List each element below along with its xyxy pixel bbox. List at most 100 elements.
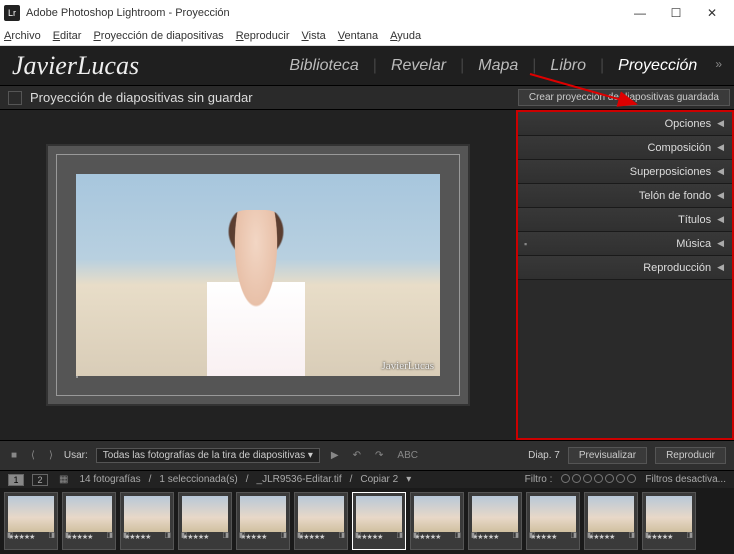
panel-titulos[interactable]: Títulos◀ — [518, 208, 732, 232]
current-filename: _JLR9536-Editar.tif — [257, 474, 342, 485]
filmstrip-thumb[interactable]: ◧◨★★★★★ — [62, 492, 116, 550]
panel-telon[interactable]: Telón de fondo◀ — [518, 184, 732, 208]
module-mapa[interactable]: Mapa — [478, 57, 518, 75]
menu-proyeccion[interactable]: Proyección de diapositivas — [93, 30, 223, 42]
panel-opciones[interactable]: Opciones◀ — [518, 112, 732, 136]
filmstrip-thumb[interactable]: ◧◨★★★★★ — [352, 492, 406, 550]
thumb-badges: ◧◨ — [123, 531, 171, 539]
menu-reproducir[interactable]: Reproducir — [236, 30, 290, 42]
thumb-badges: ◧◨ — [529, 531, 577, 539]
panel-superposiciones[interactable]: Superposiciones◀ — [518, 160, 732, 184]
thumb-image — [298, 496, 344, 532]
filmstrip-thumb[interactable]: ◧◨★★★★★ — [4, 492, 58, 550]
thumb-image — [414, 496, 460, 532]
module-proyeccion[interactable]: Proyección — [618, 57, 697, 75]
menu-editar[interactable]: Editar — [53, 30, 82, 42]
play-slideshow-button[interactable]: Reproducir — [655, 447, 726, 464]
preview-button[interactable]: Previsualizar — [568, 447, 647, 464]
thumb-badges: ◧◨ — [355, 531, 403, 539]
collapse-icon: ◀ — [717, 214, 724, 225]
thumb-image — [646, 496, 692, 532]
slideshow-toolbar: ■ ⟨ ⟩ Usar: Todas las fotografías de la … — [0, 440, 734, 470]
filmstrip-thumb[interactable]: ◧◨★★★★★ — [410, 492, 464, 550]
slide-counter: Diap. 7 — [528, 450, 560, 461]
module-biblioteca[interactable]: Biblioteca — [289, 57, 358, 75]
collapse-icon: ◀ — [717, 142, 724, 153]
close-button[interactable]: ✕ — [694, 1, 730, 25]
thumb-badges: ◧◨ — [65, 531, 113, 539]
rotate-cw-button[interactable]: ↷ — [372, 450, 386, 461]
rotate-ccw-button[interactable]: ↶ — [350, 450, 364, 461]
filmstrip-thumb[interactable]: ◧◨★★★★★ — [294, 492, 348, 550]
thumb-image — [472, 496, 518, 532]
thumb-image — [8, 496, 54, 532]
filmstrip-thumb[interactable]: ◧◨★★★★★ — [526, 492, 580, 550]
filter-label: Filtro : — [525, 474, 553, 485]
thumb-image — [356, 496, 402, 532]
panel-reproduccion[interactable]: Reproducción◀ — [518, 256, 732, 280]
panel-composicion[interactable]: Composición◀ — [518, 136, 732, 160]
thumb-image — [182, 496, 228, 532]
slide-frame[interactable]: JavierLucas — [48, 146, 468, 404]
minimize-button[interactable]: — — [622, 1, 658, 25]
filmstrip[interactable]: ◧◨★★★★★◧◨★★★★★◧◨★★★★★◧◨★★★★★◧◨★★★★★◧◨★★★… — [0, 488, 734, 554]
chevron-down-icon: ▾ — [308, 450, 313, 461]
virtual-copy-label: Copiar 2 — [360, 474, 398, 485]
color-label-filters[interactable] — [560, 474, 637, 486]
text-overlay-button[interactable]: ABC — [394, 450, 421, 461]
menu-vista[interactable]: Vista — [302, 30, 326, 42]
slide-canvas: JavierLucas — [0, 110, 516, 440]
slide-photo: JavierLucas — [76, 174, 440, 376]
filmstrip-thumb[interactable]: ◧◨★★★★★ — [120, 492, 174, 550]
menu-ventana[interactable]: Ventana — [338, 30, 378, 42]
maximize-button[interactable]: ☐ — [658, 1, 694, 25]
thumb-badges: ◧◨ — [413, 531, 461, 539]
thumb-badges: ◧◨ — [645, 531, 693, 539]
module-libro[interactable]: Libro — [550, 57, 586, 75]
prev-slide-button[interactable]: ⟨ — [28, 450, 38, 461]
module-expand-icon[interactable]: » — [715, 57, 722, 75]
view-mode-1[interactable]: 1 — [8, 474, 24, 486]
menu-archivo[interactable]: Archivo — [4, 30, 41, 42]
toggle-icon[interactable]: ▪ — [524, 239, 527, 249]
thumb-badges: ◧◨ — [587, 531, 635, 539]
menu-bar: Archivo Editar Proyección de diapositiva… — [0, 26, 734, 46]
grid-toggle-icon[interactable]: ▦ — [56, 474, 71, 485]
next-slide-button[interactable]: ⟩ — [46, 450, 56, 461]
window-title: Adobe Photoshop Lightroom - Proyección — [26, 7, 622, 19]
thumb-image — [124, 496, 170, 532]
view-mode-2[interactable]: 2 — [32, 474, 48, 486]
collapse-icon: ◀ — [717, 166, 724, 177]
play-button[interactable]: ▶ — [328, 450, 342, 461]
thumb-badges: ◧◨ — [181, 531, 229, 539]
filmstrip-thumb[interactable]: ◧◨★★★★★ — [642, 492, 696, 550]
filmstrip-thumb[interactable]: ◧◨★★★★★ — [178, 492, 232, 550]
collapse-icon: ◀ — [717, 118, 724, 129]
use-dropdown[interactable]: Todas las fotografías de la tira de diap… — [96, 448, 320, 463]
filmstrip-filter-bar: 1 2 ▦ 14 fotografías / 1 seleccionada(s)… — [0, 470, 734, 488]
collapse-icon: ◀ — [717, 190, 724, 201]
thumb-image — [66, 496, 112, 532]
module-revelar[interactable]: Revelar — [391, 57, 446, 75]
create-saved-button[interactable]: Crear proyección de diapositivas guardad… — [518, 89, 730, 106]
panel-musica[interactable]: ▪Música◀ — [518, 232, 732, 256]
collapse-icon: ◀ — [717, 238, 724, 249]
photo-count: 14 fotografías — [79, 474, 140, 485]
saved-checkbox[interactable] — [8, 91, 22, 105]
selection-count: 1 seleccionada(s) — [159, 474, 237, 485]
thumb-image — [588, 496, 634, 532]
thumb-badges: ◧◨ — [471, 531, 519, 539]
stop-button[interactable]: ■ — [8, 450, 20, 461]
window-titlebar: Lr Adobe Photoshop Lightroom - Proyecció… — [0, 0, 734, 26]
filmstrip-thumb[interactable]: ◧◨★★★★★ — [468, 492, 522, 550]
app-icon: Lr — [4, 5, 20, 21]
thumb-image — [530, 496, 576, 532]
module-picker-bar: JavierLucas Biblioteca| Revelar| Mapa| L… — [0, 46, 734, 86]
menu-ayuda[interactable]: Ayuda — [390, 30, 421, 42]
identity-plate: JavierLucas — [12, 51, 289, 81]
filters-off-dropdown[interactable]: Filtros desactiva... — [645, 474, 726, 485]
thumb-image — [240, 496, 286, 532]
filmstrip-thumb[interactable]: ◧◨★★★★★ — [236, 492, 290, 550]
chevron-down-icon[interactable]: ▾ — [406, 474, 411, 485]
filmstrip-thumb[interactable]: ◧◨★★★★★ — [584, 492, 638, 550]
